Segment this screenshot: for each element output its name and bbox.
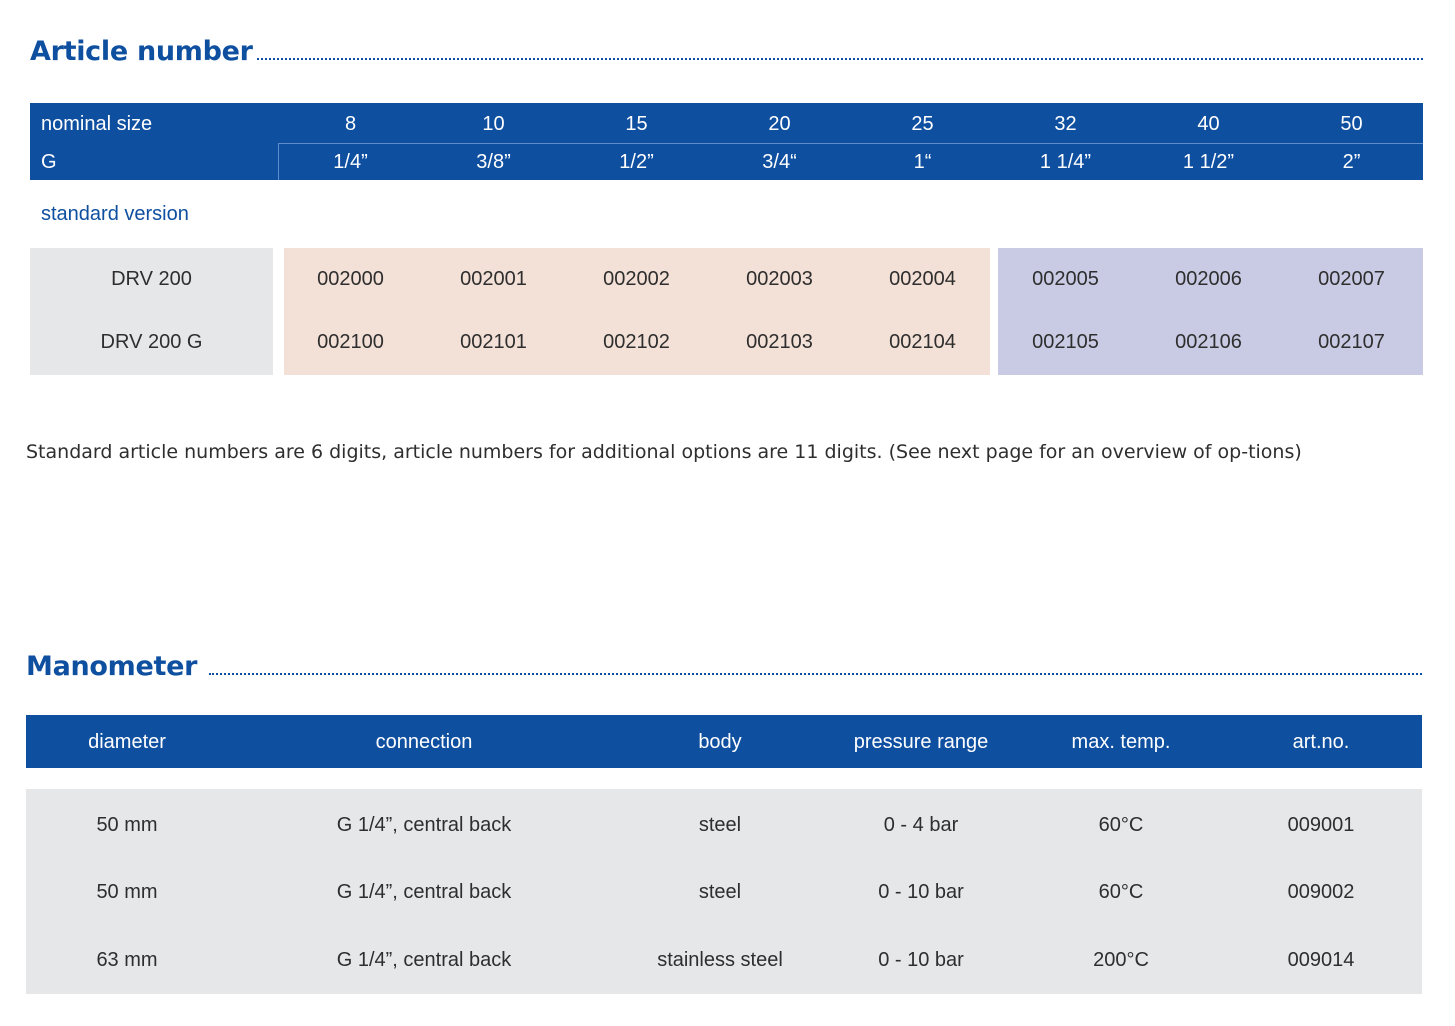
article-number-cell: 002102 <box>603 331 670 353</box>
thread-size-cell: 2” <box>1342 151 1361 173</box>
article-number-cell: 002105 <box>1032 331 1099 353</box>
article-table-header: nominal size 8 10 15 20 25 32 40 50 G 1/… <box>30 103 1423 180</box>
manometer-table-body: 50 mm G 1/4”, central back steel 0 - 4 b… <box>26 789 1422 994</box>
model-label: DRV 200 G <box>100 331 203 353</box>
thread-size-cell: 1/4” <box>333 151 368 173</box>
heading-dotted-rule <box>256 58 1423 60</box>
standard-version-subtitle: standard version <box>41 203 189 225</box>
column-header-art-no: art.no. <box>1292 731 1350 753</box>
column-header-max-temp: max. temp. <box>1071 731 1171 753</box>
manometer-cell: 009002 <box>1287 881 1355 903</box>
article-number-cell: 002103 <box>746 331 813 353</box>
column-header-diameter: diameter <box>88 731 166 753</box>
thread-size-cell: 1/2” <box>619 151 654 173</box>
article-number-cell: 002101 <box>460 331 527 353</box>
nominal-size-cell: 10 <box>482 113 505 135</box>
article-number-cell: 002004 <box>889 268 956 290</box>
nominal-size-row: nominal size 8 10 15 20 25 32 40 50 <box>30 105 1423 143</box>
nominal-size-cell: 40 <box>1197 113 1220 135</box>
manometer-cell: G 1/4”, central back <box>336 881 512 903</box>
manometer-cell: 009001 <box>1287 814 1355 836</box>
manometer-title: Manometer <box>26 651 198 682</box>
thread-size-cell: 1 1/2” <box>1182 151 1235 173</box>
column-header-body: body <box>698 731 742 753</box>
article-number-heading: Article number <box>30 33 1423 67</box>
thread-size-cell: 1 1/4” <box>1039 151 1092 173</box>
manometer-cell: 50 mm <box>96 814 158 836</box>
article-number-cell: 002005 <box>1032 268 1099 290</box>
nominal-size-cell: 8 <box>344 113 357 135</box>
nominal-size-cell: 25 <box>911 113 934 135</box>
manometer-table-header: diameter connection body pressure range … <box>26 715 1422 768</box>
article-number-cell: 002001 <box>460 268 527 290</box>
article-number-cell: 002104 <box>889 331 956 353</box>
article-number-cell: 002007 <box>1318 268 1385 290</box>
article-number-note: Standard article numbers are 6 digits, a… <box>26 441 1302 463</box>
thread-size-row: G 1/4” 3/8” 1/2” 3/4“ 1“ 1 1/4” 1 1/2” 2… <box>30 143 1423 181</box>
manometer-cell: 009014 <box>1287 949 1355 971</box>
article-number-cell: 002106 <box>1175 331 1242 353</box>
manometer-cell: G 1/4”, central back <box>336 814 512 836</box>
manometer-cell: 63 mm <box>96 949 158 971</box>
article-number-title: Article number <box>30 36 253 67</box>
article-number-cell: 002003 <box>746 268 813 290</box>
heading-dotted-rule <box>209 673 1422 675</box>
column-header-connection: connection <box>375 731 473 753</box>
article-number-cell: 002002 <box>603 268 670 290</box>
manometer-heading: Manometer <box>26 648 1422 682</box>
nominal-size-cell: 20 <box>768 113 791 135</box>
nominal-size-label: nominal size <box>41 113 153 135</box>
thread-size-cell: 3/8” <box>476 151 511 173</box>
article-number-cell: 002100 <box>317 331 384 353</box>
nominal-size-cell: 32 <box>1054 113 1077 135</box>
model-label: DRV 200 <box>111 268 192 290</box>
article-number-cell: 002000 <box>317 268 384 290</box>
nominal-size-cell: 15 <box>625 113 648 135</box>
article-number-cell: 002107 <box>1318 331 1385 353</box>
manometer-cell: 50 mm <box>96 881 158 903</box>
article-number-cell: 002006 <box>1175 268 1242 290</box>
thread-size-cell: 1“ <box>913 151 932 173</box>
thread-size-cell: 3/4“ <box>762 151 797 173</box>
thread-size-label: G <box>41 151 57 173</box>
manometer-cell: G 1/4”, central back <box>336 949 512 971</box>
column-header-pressure-range: pressure range <box>853 731 989 753</box>
nominal-size-cell: 50 <box>1340 113 1363 135</box>
